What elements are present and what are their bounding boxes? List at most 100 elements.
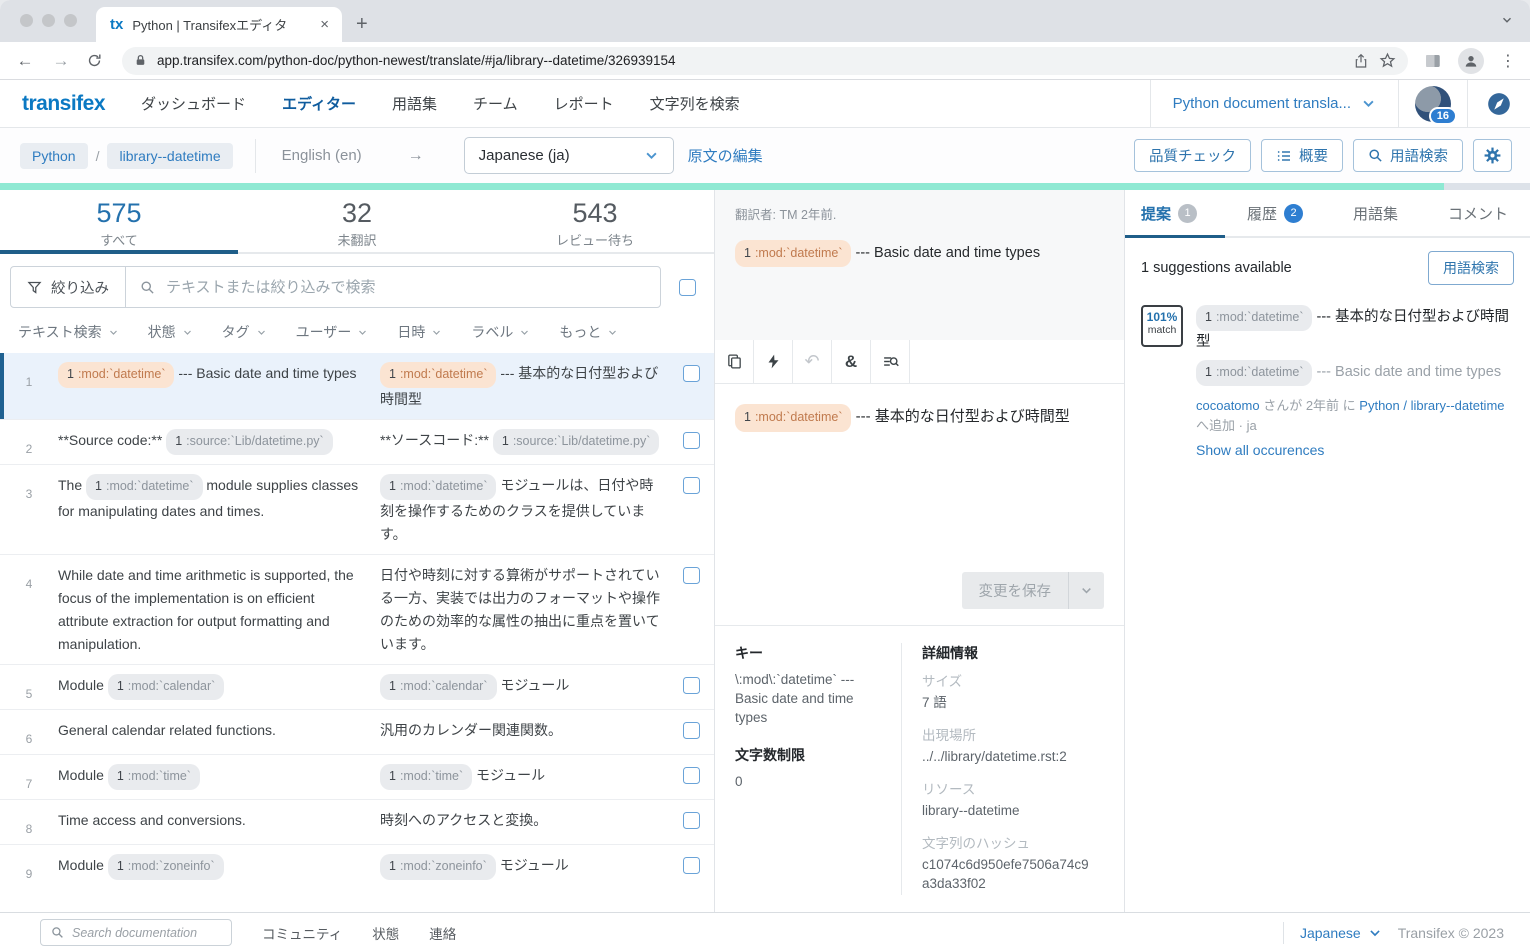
nav-item-4[interactable]: チーム [473, 93, 518, 114]
settings-button[interactable] [1473, 139, 1512, 172]
browser-tab[interactable]: tx Python | Transifexエディタ × [96, 7, 342, 42]
copy-icon[interactable] [715, 340, 754, 383]
close-window-icon[interactable] [20, 14, 33, 27]
filter-chip-4[interactable]: ユーザー [296, 322, 368, 342]
overview-button[interactable]: 概要 [1261, 139, 1343, 172]
footer-language-select[interactable]: Japanese [1300, 925, 1382, 941]
string-row[interactable]: 11:mod:`datetime` --- Basic date and tim… [0, 353, 714, 419]
string-row[interactable]: 5Module 1:mod:`calendar` 1:mod:`calendar… [0, 664, 714, 709]
string-row[interactable]: 7Module 1:mod:`time` 1:mod:`time` モジュール [0, 754, 714, 799]
context-tab-2[interactable]: 履歴2 [1247, 203, 1303, 224]
browser-menu-icon[interactable]: ⋮ [1500, 51, 1516, 71]
tab-search-chevron-icon[interactable] [1500, 13, 1514, 27]
filter-chip-6[interactable]: ラベル [471, 322, 529, 342]
string-search[interactable] [126, 279, 660, 296]
save-button-label[interactable]: 変更を保存 [962, 572, 1069, 609]
nav-item-5[interactable]: レポート [554, 93, 614, 114]
breadcrumb-resource[interactable]: library--datetime [107, 143, 232, 169]
tag-code: :mod:`datetime` [755, 410, 843, 424]
translation-editor[interactable]: 1:mod:`datetime` --- 基本的な日付型および時間型 [715, 384, 1124, 572]
string-row[interactable]: 2**Source code:** 1:source:`Lib/datetime… [0, 419, 714, 464]
filter-chip-5[interactable]: 日時 [397, 322, 441, 342]
context-tab-label: 用語集 [1353, 203, 1398, 224]
filter-chip-1[interactable]: テキスト検索 [18, 322, 118, 342]
string-tab-3[interactable]: 543レビュー待ち [476, 190, 714, 252]
zoom-window-icon[interactable] [64, 14, 77, 27]
concordance-search-icon[interactable] [871, 340, 910, 383]
row-checkbox[interactable] [683, 722, 700, 739]
string-row[interactable]: 6General calendar related functions.汎用のカ… [0, 709, 714, 754]
string-row[interactable]: 8Time access and conversions.時刻へのアクセスと変換… [0, 799, 714, 844]
row-checkbox[interactable] [683, 365, 700, 382]
string-search-input[interactable] [166, 279, 646, 296]
suggestion-meta-link[interactable]: cocoatomo [1196, 398, 1260, 413]
search-icon [51, 926, 64, 939]
nav-item-6[interactable]: 文字列を検索 [650, 93, 740, 114]
filter-chip-3[interactable]: タグ [222, 322, 266, 342]
doc-search-input[interactable] [72, 926, 235, 940]
context-tab-1[interactable]: 提案1 [1141, 203, 1197, 224]
row-checkbox[interactable] [683, 812, 700, 829]
show-all-occurrences-link[interactable]: Show all occurences [1196, 439, 1514, 462]
edit-source-link[interactable]: 原文の編集 [688, 145, 763, 166]
undo-icon[interactable]: ↶ [793, 340, 832, 383]
save-options-chevron-icon[interactable] [1068, 572, 1104, 609]
nav-item-3[interactable]: 用語集 [392, 93, 437, 114]
window-controls[interactable] [20, 14, 77, 27]
overview-label: 概要 [1299, 145, 1328, 166]
share-icon[interactable] [1353, 53, 1369, 69]
filter-button[interactable]: 絞り込み [11, 267, 126, 307]
back-icon[interactable]: ← [14, 51, 36, 71]
reload-icon[interactable] [86, 52, 108, 69]
row-checkbox[interactable] [683, 567, 700, 584]
context-tab-3[interactable]: 用語集 [1353, 203, 1398, 224]
row-checkbox[interactable] [683, 857, 700, 874]
row-checkbox[interactable] [683, 767, 700, 784]
transifex-logo[interactable]: transifex [22, 92, 105, 116]
browser-profile-avatar[interactable] [1458, 48, 1484, 74]
string-row[interactable]: 3The 1:mod:`datetime` module supplies cl… [0, 464, 714, 554]
save-button[interactable]: 変更を保存 [962, 572, 1105, 609]
filter-chips: テキスト検索 状態 タグ ユーザー 日時 ラベル もっと [0, 308, 714, 353]
string-tab-1[interactable]: 575すべて [0, 190, 238, 252]
explore-compass-icon[interactable] [1467, 80, 1530, 127]
string-row[interactable]: 4While date and time arithmetic is suppo… [0, 554, 714, 664]
filter-chip-2[interactable]: 状態 [148, 322, 192, 342]
nav-item-2[interactable]: エディター [282, 93, 356, 114]
suggestion-card[interactable]: 101% match 1:mod:`datetime` --- 基本的な日付型お… [1125, 295, 1530, 472]
filter-chip-7[interactable]: もっと [559, 322, 617, 342]
doc-search-box[interactable] [40, 919, 232, 946]
term-search-button-right[interactable]: 用語検索 [1428, 251, 1514, 285]
source-cell: General calendar related functions. [58, 719, 380, 746]
address-bar[interactable]: app.transifex.com/python-doc/python-newe… [122, 47, 1408, 75]
machine-translation-icon[interactable] [754, 340, 793, 383]
string-tab-2[interactable]: 32未翻訳 [238, 190, 476, 252]
special-characters-icon[interactable]: & [832, 340, 871, 383]
row-checkbox[interactable] [683, 477, 700, 494]
minimize-window-icon[interactable] [42, 14, 55, 27]
breadcrumb-project[interactable]: Python [20, 143, 88, 169]
suggestion-translation: 1:mod:`datetime` --- 基本的な日付型および時間型 [1196, 305, 1514, 354]
user-avatar[interactable]: 16 [1398, 80, 1467, 127]
footer-link-2[interactable]: 状態 [372, 923, 399, 943]
row-checkbox[interactable] [683, 677, 700, 694]
quality-check-button[interactable]: 品質チェック [1134, 139, 1251, 172]
project-selector[interactable]: Python document transla... [1150, 80, 1398, 127]
select-all-checkbox[interactable] [679, 279, 696, 296]
suggestion-meta-link[interactable]: Python / library--datetime [1359, 398, 1504, 413]
bookmark-star-icon[interactable] [1379, 52, 1396, 69]
source-string-area: 翻訳者: TM 2年前. 1:mod:`datetime` --- Basic … [715, 190, 1124, 340]
footer-link-1[interactable]: コミュニティ [262, 923, 342, 943]
row-gutter: 4 [0, 564, 58, 656]
tab-close-icon[interactable]: × [317, 16, 332, 33]
term-search-button[interactable]: 用語検索 [1353, 139, 1463, 172]
forward-icon[interactable]: → [50, 51, 72, 71]
context-tab-4[interactable]: コメント [1448, 203, 1508, 224]
footer-link-3[interactable]: 連絡 [429, 923, 456, 943]
string-row[interactable]: 9Module 1:mod:`zoneinfo` 1:mod:`zoneinfo… [0, 844, 714, 889]
row-checkbox[interactable] [683, 432, 700, 449]
new-tab-button[interactable]: + [356, 13, 368, 36]
target-language-select[interactable]: Japanese (ja) [464, 137, 674, 174]
nav-item-1[interactable]: ダッシュボード [141, 93, 246, 114]
side-panel-icon[interactable] [1424, 52, 1442, 70]
